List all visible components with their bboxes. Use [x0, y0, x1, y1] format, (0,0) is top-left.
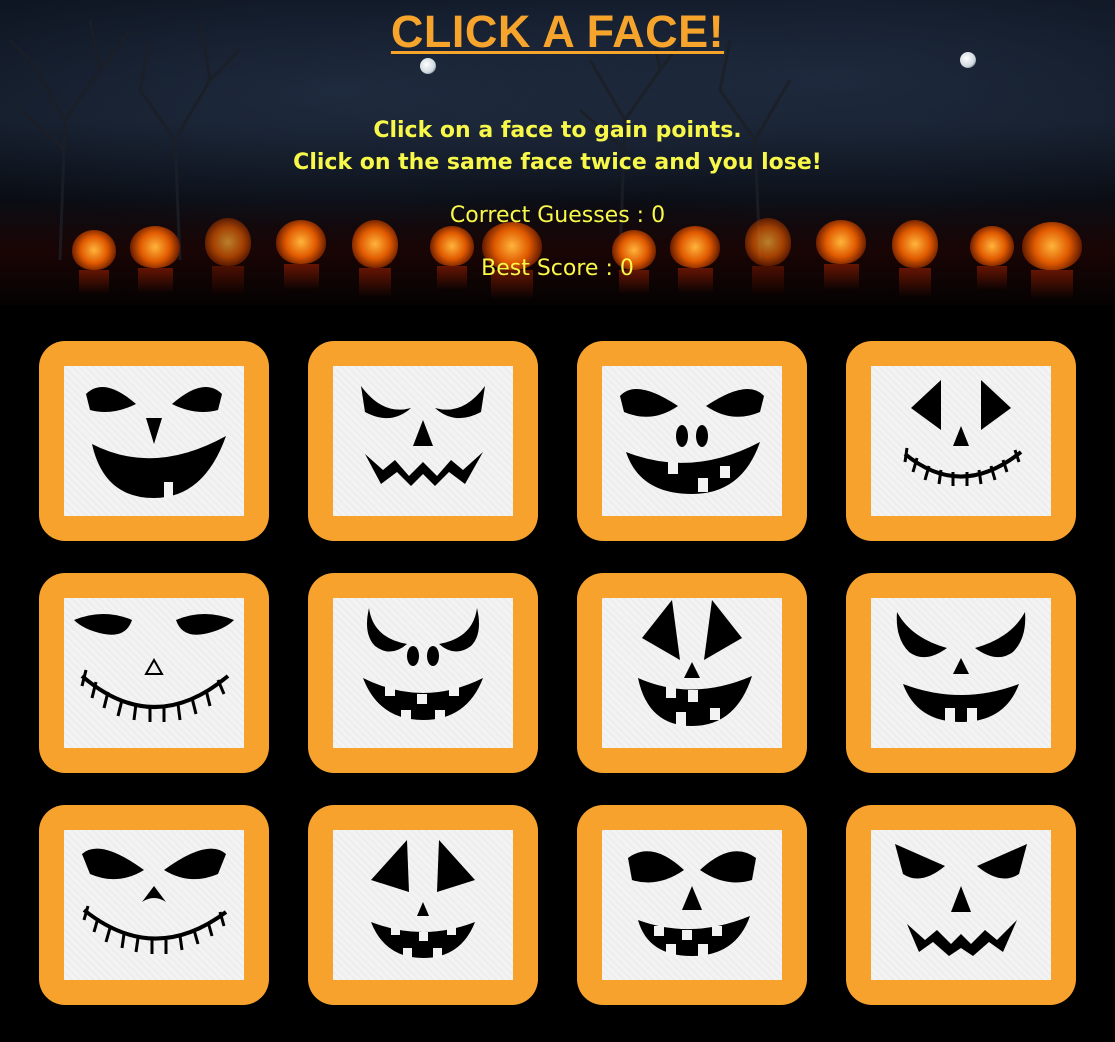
sly-stitched-smile-pumpkin-face-icon: [82, 848, 228, 954]
face-card[interactable]: [846, 805, 1076, 1005]
wide-stitched-smile-pumpkin-face-icon: [74, 614, 234, 722]
face-image: [602, 366, 782, 516]
face-card[interactable]: [846, 573, 1076, 773]
face-card[interactable]: [846, 341, 1076, 541]
face-image: [64, 830, 244, 980]
angry-grin-pumpkin-face-icon: [86, 386, 226, 498]
zigzag-mouth-pumpkin-face-icon: [361, 386, 485, 486]
best-score-display: Best Score : 0: [0, 256, 1115, 281]
face-image: [333, 366, 513, 516]
face-card[interactable]: [577, 805, 807, 1005]
face-card[interactable]: [308, 573, 538, 773]
instruction-line-1: Click on a face to gain points.: [373, 118, 742, 143]
tall-triangle-eyes-pumpkin-face-icon: [638, 600, 752, 726]
face-image: [602, 598, 782, 748]
face-image: [871, 830, 1051, 980]
face-card[interactable]: [577, 573, 807, 773]
best-score-label: Best Score :: [481, 256, 620, 281]
face-image: [64, 598, 244, 748]
face-card[interactable]: [39, 805, 269, 1005]
face-image: [871, 366, 1051, 516]
face-image: [333, 598, 513, 748]
instruction-line-2: Click on the same face twice and you los…: [293, 150, 822, 175]
header-banner: CLICK A FACE! Click on a face to gain po…: [0, 0, 1115, 305]
face-image: [871, 598, 1051, 748]
page-title: CLICK A FACE!: [390, 6, 725, 57]
zigzag-fanged-pumpkin-face-icon: [895, 844, 1027, 956]
sly-grin-pumpkin-face-icon: [620, 388, 764, 494]
face-card[interactable]: [39, 341, 269, 541]
face-card[interactable]: [39, 573, 269, 773]
classic-triangle-pumpkin-face-icon: [371, 840, 475, 958]
menacing-grin-pumpkin-face-icon: [628, 851, 756, 956]
best-score-value: 0: [619, 256, 634, 281]
correct-guesses-label: Correct Guesses :: [449, 203, 652, 228]
correct-guesses-display: Correct Guesses : 0: [0, 203, 1115, 228]
face-image: [64, 366, 244, 516]
stitched-smile-pumpkin-face-icon: [903, 380, 1023, 486]
face-image: [333, 830, 513, 980]
moon-icon: [420, 58, 436, 74]
fanged-smile-pumpkin-face-icon: [363, 608, 483, 720]
face-card[interactable]: [577, 341, 807, 541]
face-card[interactable]: [308, 805, 538, 1005]
face-card[interactable]: [308, 341, 538, 541]
face-image: [602, 830, 782, 980]
toothy-grin-pumpkin-face-icon: [896, 612, 1026, 722]
correct-guesses-value: 0: [651, 203, 666, 228]
